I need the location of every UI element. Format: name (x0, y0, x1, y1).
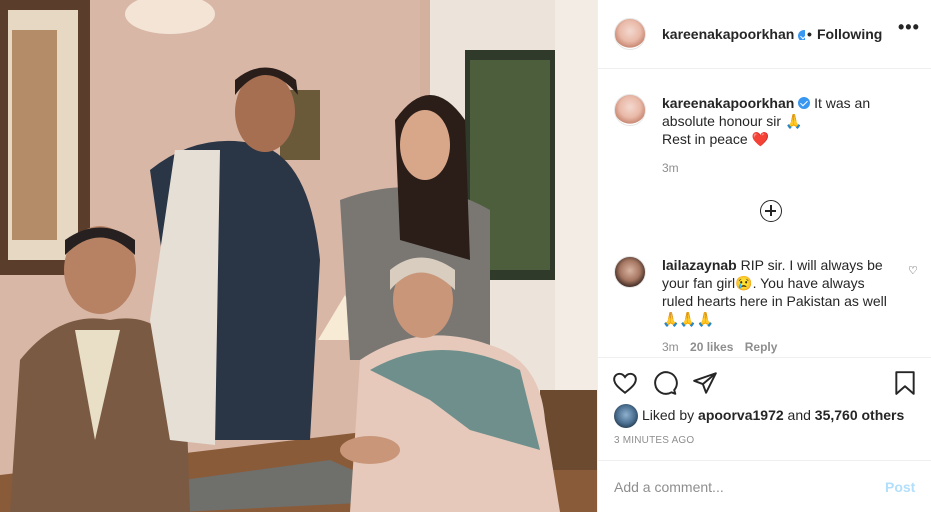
photo-scene (0, 0, 597, 512)
post-side-panel: kareenakapoorkhan • Following ••• kareen… (597, 0, 931, 512)
caption-username[interactable]: kareenakapoorkhan (662, 95, 794, 111)
add-comment-input[interactable] (614, 475, 864, 499)
bookmark-icon[interactable] (892, 370, 918, 396)
commenter-avatar[interactable] (614, 256, 646, 288)
follow-separator: • (807, 26, 812, 42)
comment-meta: 3m 20 likes Reply (662, 340, 785, 354)
post-header: kareenakapoorkhan • Following ••• (598, 0, 931, 69)
comment-like-heart-icon[interactable]: ♡ (908, 264, 918, 277)
likes-prefix: Liked by (642, 407, 695, 423)
following-button[interactable]: Following (817, 26, 882, 42)
liker-username[interactable]: apoorva1972 (698, 407, 784, 423)
load-more-comments-icon[interactable] (760, 200, 782, 222)
likes-conjunction: and (787, 407, 811, 423)
caption-text: kareenakapoorkhan It was an absolute hon… (662, 94, 892, 148)
post-photo[interactable] (0, 0, 597, 512)
verified-badge-icon (798, 28, 805, 40)
liker-avatar[interactable] (614, 404, 638, 428)
commenter-username[interactable]: lailazaynab (662, 257, 737, 273)
post-actions: Liked by apoorva1972 and 35,760 others 3… (598, 357, 931, 465)
more-options-icon[interactable]: ••• (898, 18, 920, 42)
share-paper-plane-icon[interactable] (692, 370, 718, 396)
caption-line-2: Rest in peace ❤️ (662, 131, 769, 147)
caption-timestamp[interactable]: 3m (662, 161, 679, 175)
comment-bubble-icon[interactable] (652, 370, 678, 396)
likes-text: Liked by apoorva1972 and 35,760 others (642, 407, 904, 423)
author-avatar[interactable] (614, 18, 646, 50)
caption-author-avatar[interactable] (614, 94, 646, 126)
comment-text: lailazaynab RIP sir. I will always be yo… (662, 256, 894, 328)
author-username[interactable]: kareenakapoorkhan (662, 26, 794, 42)
post-timestamp[interactable]: 3 MINUTES AGO (614, 435, 694, 446)
heart-icon[interactable] (612, 370, 638, 396)
post-comment-button[interactable]: Post (885, 479, 915, 495)
comment-likes-count[interactable]: 20 likes (690, 340, 733, 354)
likes-others-count[interactable]: 35,760 others (815, 407, 905, 423)
comment-timestamp[interactable]: 3m (662, 340, 679, 354)
comment-reply-button[interactable]: Reply (745, 340, 778, 354)
verified-badge-icon (798, 97, 811, 109)
add-comment-bar: Post (598, 460, 931, 512)
